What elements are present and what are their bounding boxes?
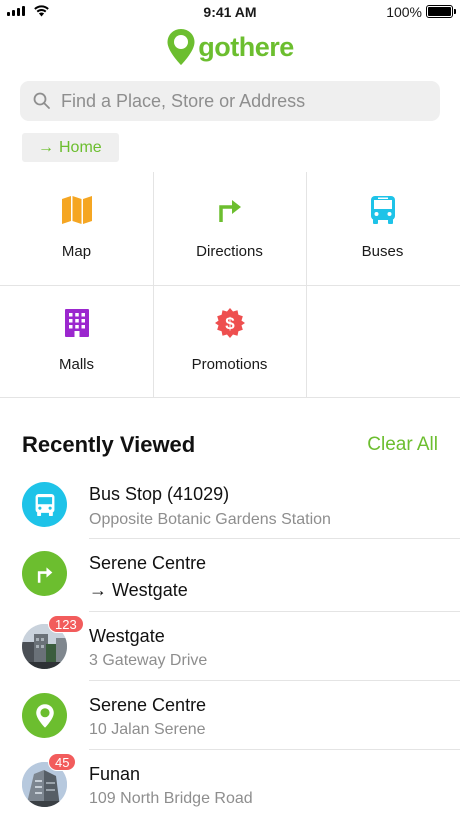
tile-label: Promotions [191, 356, 268, 373]
battery-icon [426, 5, 456, 18]
bus-icon [35, 493, 54, 516]
building-icon [64, 309, 89, 337]
recently-viewed-header: Recently Viewed Clear All [22, 432, 438, 462]
bus-icon [370, 196, 395, 224]
list-item-avatar [22, 551, 67, 596]
list-item[interactable]: Bus Stop (41029) Opposite Botanic Garden… [0, 470, 460, 539]
list-item[interactable]: 123 Westgate 3 Gateway Drive [0, 612, 460, 681]
tile-buses[interactable]: Buses [306, 172, 459, 285]
status-bar: 9:41 AM 100% [0, 0, 460, 24]
list-item[interactable]: 45 Funan 109 North Bridge Road [0, 750, 460, 818]
list-item[interactable]: Serene Centre → Westgate [0, 539, 460, 612]
dollar-badge-icon: $ [214, 308, 245, 338]
clear-all-button[interactable]: Clear All [367, 434, 438, 456]
list-item-subtitle: 3 Gateway Drive [89, 652, 208, 669]
battery-percentage: 100% [386, 4, 422, 20]
count-badge: 45 [48, 753, 77, 771]
list-item-subtitle: 109 North Bridge Road [89, 790, 253, 807]
list-item-subtitle: 10 Jalan Serene [89, 721, 206, 738]
turn-right-arrow-icon [218, 200, 241, 222]
list-item[interactable]: Serene Centre 10 Jalan Serene [0, 681, 460, 750]
tile-label: Buses [361, 243, 404, 260]
arrow-right-icon: → [38, 138, 54, 156]
location-pin-icon [35, 703, 54, 728]
list-item-subtitle: Opposite Botanic Gardens Station [89, 511, 331, 528]
home-label: Home [59, 138, 102, 156]
logo-text: gothere [198, 31, 294, 62]
category-grid: Map Directions Buses Malls $ Promotions [0, 172, 460, 398]
tile-malls[interactable]: Malls [0, 285, 153, 398]
map-icon [61, 196, 92, 224]
svg-text:$: $ [225, 314, 235, 333]
search-icon [33, 92, 50, 109]
home-shortcut-button[interactable]: → Home [22, 133, 119, 162]
list-item-avatar [22, 693, 67, 738]
search-input[interactable] [61, 90, 421, 112]
list-item-title: Serene Centre [89, 553, 207, 573]
location-pin-icon [167, 29, 195, 65]
list-item-subtitle: → Westgate [89, 580, 188, 600]
section-title: Recently Viewed [22, 432, 196, 457]
tile-label: Map [61, 243, 92, 260]
search-bar[interactable] [20, 81, 440, 121]
list-item-avatar [22, 482, 67, 527]
turn-right-arrow-icon [37, 566, 52, 583]
list-item-title: Serene Centre [89, 695, 207, 715]
tile-promotions[interactable]: $ Promotions [153, 285, 306, 398]
list-item-title: Funan [89, 764, 141, 784]
tile-directions[interactable]: Directions [153, 172, 306, 285]
count-badge: 123 [48, 615, 84, 633]
list-item-title: Westgate [89, 626, 165, 646]
tile-map[interactable]: Map [0, 172, 153, 285]
app-logo: gothere [0, 26, 460, 68]
list-item-title: Bus Stop (41029) [89, 484, 230, 504]
tile-label: Malls [58, 356, 94, 373]
tile-label: Directions [196, 243, 263, 260]
